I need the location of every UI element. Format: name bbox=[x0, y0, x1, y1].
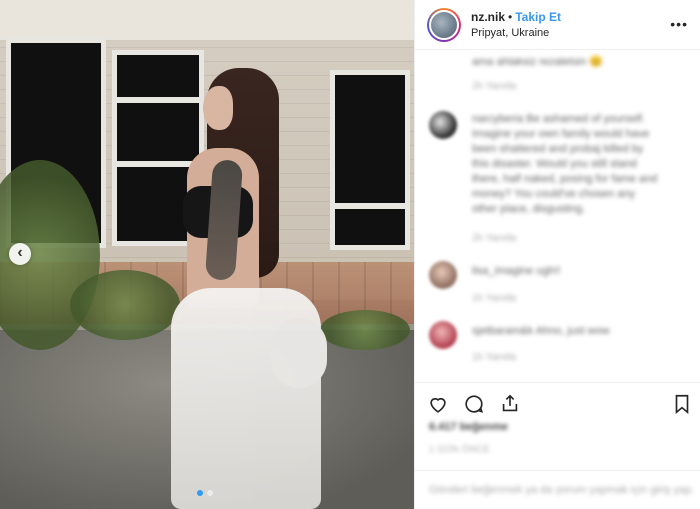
post-actions bbox=[415, 382, 700, 422]
username-link[interactable]: nz.nik bbox=[471, 10, 505, 24]
separator-dot: • bbox=[508, 9, 513, 24]
comment-meta[interactable]: 1h Yanıtla bbox=[472, 293, 516, 304]
post-timestamp: 1 GÜN ÖNCE bbox=[429, 444, 491, 454]
carousel-prev-button[interactable]: ‹ bbox=[9, 243, 31, 265]
photo-foliage bbox=[70, 270, 180, 340]
post-side-panel: nz.nik • Takip Et Pripyat, Ukraine ••• ama… bbox=[414, 0, 700, 509]
post-photo[interactable]: ‹ bbox=[0, 0, 414, 509]
photo-window bbox=[330, 70, 410, 250]
comment-avatar[interactable] bbox=[429, 111, 457, 139]
post-header-text: nz.nik • Takip Et Pripyat, Ukraine bbox=[471, 9, 561, 41]
heart-icon[interactable] bbox=[427, 393, 449, 415]
comment-text: lisa_imagine ugh!! bbox=[472, 265, 561, 277]
carousel-indicator bbox=[197, 490, 213, 496]
comment-avatar[interactable] bbox=[429, 261, 457, 289]
more-options-icon[interactable]: ••• bbox=[670, 16, 688, 32]
post-header: nz.nik • Takip Et Pripyat, Ukraine ••• bbox=[415, 0, 700, 50]
likes-count[interactable]: 6.417 beğenme bbox=[429, 421, 508, 433]
photo-subject-jacket bbox=[171, 288, 327, 509]
comment-text: sjetbaram&k Ahno, just wow bbox=[472, 325, 610, 337]
comment-text: narcyberia Be ashamed of yourself. bbox=[472, 113, 646, 125]
share-icon[interactable] bbox=[499, 393, 521, 415]
comment-text: other place, disgusting. bbox=[472, 203, 586, 215]
add-comment-bar[interactable]: Gönderi beğenmek ya da yorum yapmak için… bbox=[415, 470, 700, 509]
comment-meta[interactable]: 2h Yanıtla bbox=[472, 81, 516, 92]
comment-text: ama ahlaksiz rezaletsin 😊 bbox=[472, 56, 604, 68]
carousel-dot-active bbox=[197, 490, 203, 496]
bookmark-icon[interactable] bbox=[671, 393, 693, 415]
comment-avatar[interactable] bbox=[429, 321, 457, 349]
comment-meta[interactable]: 2h Yanıtla bbox=[472, 233, 516, 244]
comment-text: there, half naked, posing for fame and bbox=[472, 173, 658, 185]
comment-icon[interactable] bbox=[463, 393, 485, 415]
chevron-left-icon: ‹ bbox=[17, 244, 23, 261]
comment-text: money? You could've chosen any bbox=[472, 188, 635, 200]
location-link[interactable]: Pripyat, Ukraine bbox=[471, 25, 561, 41]
photo-foliage bbox=[320, 310, 410, 350]
photo-subject bbox=[165, 68, 327, 509]
follow-button[interactable]: Takip Et bbox=[515, 10, 561, 24]
comment-meta[interactable]: 1h Yanıtla bbox=[472, 352, 516, 363]
comments-list[interactable]: ama ahlaksiz rezaletsin 😊 2h Yanıtla nar… bbox=[415, 51, 700, 381]
post-user-line: nz.nik • Takip Et bbox=[471, 9, 561, 25]
add-comment-prompt[interactable]: Gönderi beğenmek ya da yorum yapmak için… bbox=[429, 484, 694, 496]
avatar[interactable] bbox=[427, 7, 461, 42]
photo-lintel bbox=[0, 0, 414, 40]
comment-text: Imagine your own family would have bbox=[472, 128, 650, 140]
comment-text: been shattered and probaj killed by bbox=[472, 143, 644, 155]
comment-text: this disaster. Would you still stand bbox=[472, 158, 637, 170]
photo-subject-face bbox=[203, 86, 233, 130]
carousel-dot bbox=[207, 490, 213, 496]
avatar-image bbox=[429, 9, 459, 40]
